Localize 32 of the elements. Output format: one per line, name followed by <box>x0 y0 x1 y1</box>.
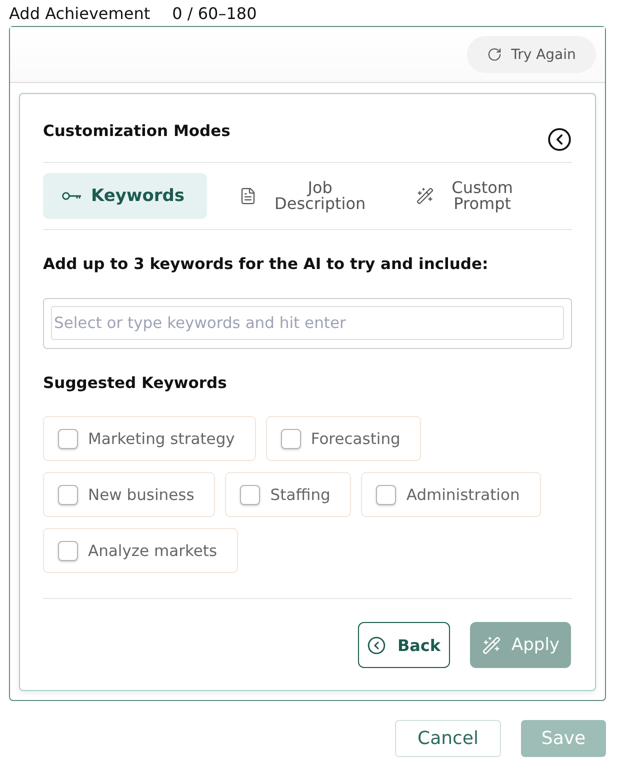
card-title: Customization Modes <box>43 122 230 142</box>
checkbox[interactable] <box>280 428 301 448</box>
checkbox[interactable] <box>240 484 260 504</box>
refresh-icon <box>487 47 502 62</box>
mode-tab[interactable]: Custom Prompt <box>396 173 531 219</box>
checkbox[interactable] <box>58 540 78 560</box>
suggested-keywords-heading: Suggested Keywords <box>43 373 228 394</box>
document-icon <box>238 187 257 205</box>
keyword-option[interactable]: Analyze markets <box>43 528 238 573</box>
chevron-left-circle-icon <box>367 636 386 654</box>
magic-wand-icon <box>416 187 434 205</box>
keyword-input[interactable]: Select or type keywords and hit enter <box>51 306 564 340</box>
form-title: Add Achievement <box>9 4 150 22</box>
back-button[interactable]: Back <box>358 622 450 668</box>
mode-tab[interactable]: Job Description <box>218 173 384 219</box>
keyword-option[interactable]: Administration <box>361 472 541 517</box>
keyword-option[interactable]: Staffing <box>225 472 352 517</box>
mode-tab[interactable]: Keywords <box>43 173 207 219</box>
keywords-instruction: Add up to 3 keywords for the AI to try and include: <box>43 254 490 275</box>
chevron-left-circle-icon <box>547 127 572 152</box>
collapse-button[interactable] <box>547 127 572 152</box>
magic-wand-icon <box>482 636 500 654</box>
checkbox[interactable] <box>58 484 78 504</box>
cancel-button[interactable]: Cancel <box>395 720 501 757</box>
keyword-option[interactable]: Forecasting <box>266 416 422 461</box>
keyword-option[interactable]: Marketing strategy <box>43 416 256 461</box>
keyword-option[interactable]: New business <box>43 472 216 517</box>
checkbox[interactable] <box>58 428 78 448</box>
key-icon <box>62 191 82 201</box>
checkbox[interactable] <box>376 484 396 504</box>
try-again-button[interactable]: Try Again <box>467 36 596 73</box>
character-counter: 0 / 60–180 <box>172 4 257 22</box>
